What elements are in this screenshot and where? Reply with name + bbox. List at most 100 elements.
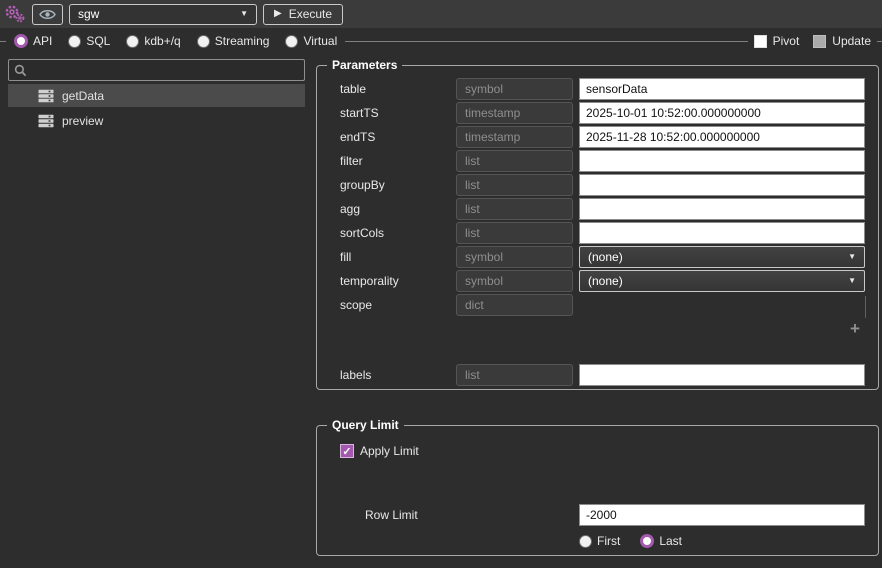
param-input-filter[interactable] <box>579 150 865 172</box>
param-type-badge: symbol <box>456 246 573 268</box>
param-type-badge: list <box>456 198 573 220</box>
mode-radio-kdbq[interactable]: kdb+/q <box>126 34 181 48</box>
checkbox-icon <box>813 34 827 48</box>
tree-item-label: preview <box>62 113 104 128</box>
param-row-table: table symbol <box>340 78 865 100</box>
param-row-groupby: groupBy list <box>340 174 865 196</box>
api-tree-item-getdata[interactable]: getData <box>8 84 305 107</box>
param-name: scope <box>340 298 373 312</box>
chevron-down-icon: ▼ <box>848 276 856 285</box>
pivot-checkbox[interactable]: Pivot <box>753 34 800 48</box>
param-type-badge: list <box>456 150 573 172</box>
param-row-filter: filter list <box>340 150 865 172</box>
param-name: filter <box>340 154 363 168</box>
query-mode-row: API SQL kdb+/q Streaming Virtual Pivot U… <box>0 28 882 54</box>
mode-radio-sql-label: SQL <box>86 34 111 48</box>
mode-checkbox-group: Pivot Update <box>747 28 877 54</box>
add-entry-button[interactable]: + <box>845 320 865 337</box>
mode-radio-kdbq-label: kdb+/q <box>144 34 181 48</box>
checkbox-icon <box>340 444 354 458</box>
param-select-fill[interactable]: (none) ▼ <box>579 246 865 268</box>
param-row-sortcols: sortCols list <box>340 222 865 244</box>
mode-radio-group: API SQL kdb+/q Streaming Virtual <box>6 28 346 54</box>
mode-radio-virtual[interactable]: Virtual <box>285 34 337 48</box>
api-search-box[interactable] <box>8 59 305 81</box>
param-input-sortcols[interactable] <box>579 222 865 244</box>
limit-order-first-radio[interactable]: First <box>579 534 620 548</box>
limit-order-first-label: First <box>597 534 621 548</box>
param-type-badge: timestamp <box>456 126 573 148</box>
mode-radio-api[interactable]: API <box>14 34 52 48</box>
param-type-badge: list <box>456 174 573 196</box>
param-name: agg <box>340 202 361 216</box>
param-type-badge: list <box>456 222 573 244</box>
param-input-agg[interactable] <box>579 198 865 220</box>
api-tree-item-preview[interactable]: preview <box>8 109 305 132</box>
param-row-startts: startTS timestamp <box>340 102 865 124</box>
chevron-down-icon: ▼ <box>240 9 248 18</box>
param-select-value: (none) <box>588 274 623 288</box>
param-type-badge: timestamp <box>456 102 573 124</box>
query-limit-groupbox: Query Limit Apply Limit Row Limit First … <box>316 418 879 556</box>
radio-icon <box>126 34 140 48</box>
param-type-badge: symbol <box>456 270 573 292</box>
mode-radio-sql[interactable]: SQL <box>68 34 110 48</box>
radio-icon <box>68 34 82 48</box>
param-name: startTS <box>340 106 379 120</box>
apply-limit-label: Apply Limit <box>360 444 419 458</box>
param-row-labels: labels list <box>340 364 865 386</box>
param-name: fill <box>340 250 352 264</box>
table-icon <box>38 89 54 102</box>
connection-select[interactable]: sgw ▼ <box>69 3 257 25</box>
tree-item-label: getData <box>62 88 105 103</box>
play-icon: ▶ <box>274 8 282 19</box>
row-limit-input[interactable] <box>579 504 865 526</box>
row-limit-label: Row Limit <box>365 508 418 522</box>
parameters-title: Parameters <box>327 58 403 72</box>
param-type-badge: list <box>456 364 573 386</box>
radio-icon <box>14 34 28 48</box>
mode-radio-virtual-label: Virtual <box>303 34 338 48</box>
param-input-startts[interactable] <box>579 102 865 124</box>
apply-limit-row: Apply Limit <box>340 444 878 458</box>
param-input-labels[interactable] <box>579 364 865 386</box>
execute-button[interactable]: ▶ Execute <box>263 3 344 25</box>
query-limit-title: Query Limit <box>327 418 404 432</box>
radio-icon <box>640 534 655 548</box>
param-name: labels <box>340 368 372 382</box>
param-input-table[interactable] <box>579 78 865 100</box>
connection-select-value: sgw <box>78 7 100 21</box>
row-limit-row: Row Limit <box>340 504 865 526</box>
preview-eye-button[interactable] <box>32 3 63 25</box>
search-icon <box>14 64 27 76</box>
mode-radio-streaming-label: Streaming <box>214 34 270 48</box>
param-name: groupBy <box>340 178 385 192</box>
param-select-temporality[interactable]: (none) ▼ <box>579 270 865 292</box>
param-input-groupby[interactable] <box>579 174 865 196</box>
parameters-groupbox: Parameters table symbol startTS timestam… <box>316 58 879 390</box>
limit-order-last-label: Last <box>659 534 683 548</box>
pivot-checkbox-label: Pivot <box>772 34 800 48</box>
mode-radio-streaming[interactable]: Streaming <box>196 34 270 48</box>
param-row-endts: endTS timestamp <box>340 126 865 148</box>
radio-icon <box>579 534 592 548</box>
param-input-endts[interactable] <box>579 126 865 148</box>
param-name: endTS <box>340 130 376 144</box>
param-row-temporality: temporality symbol (none) ▼ <box>340 270 865 292</box>
settings-gears-icon[interactable] <box>4 4 26 24</box>
search-input[interactable] <box>31 62 299 78</box>
apply-limit-checkbox[interactable]: Apply Limit <box>340 444 419 458</box>
table-icon <box>38 114 54 127</box>
checkbox-icon <box>753 34 767 48</box>
radio-icon <box>196 34 210 48</box>
radio-icon <box>285 34 299 48</box>
param-name: sortCols <box>340 226 385 240</box>
param-row-agg: agg list <box>340 198 865 220</box>
execute-button-label: Execute <box>288 7 333 21</box>
param-name: temporality <box>340 274 399 288</box>
toolbar: sgw ▼ ▶ Execute <box>0 0 882 28</box>
limit-order-last-radio[interactable]: Last <box>640 534 682 548</box>
param-select-value: (none) <box>588 250 623 264</box>
chevron-down-icon: ▼ <box>848 252 856 261</box>
scope-grid-edge <box>865 296 866 318</box>
